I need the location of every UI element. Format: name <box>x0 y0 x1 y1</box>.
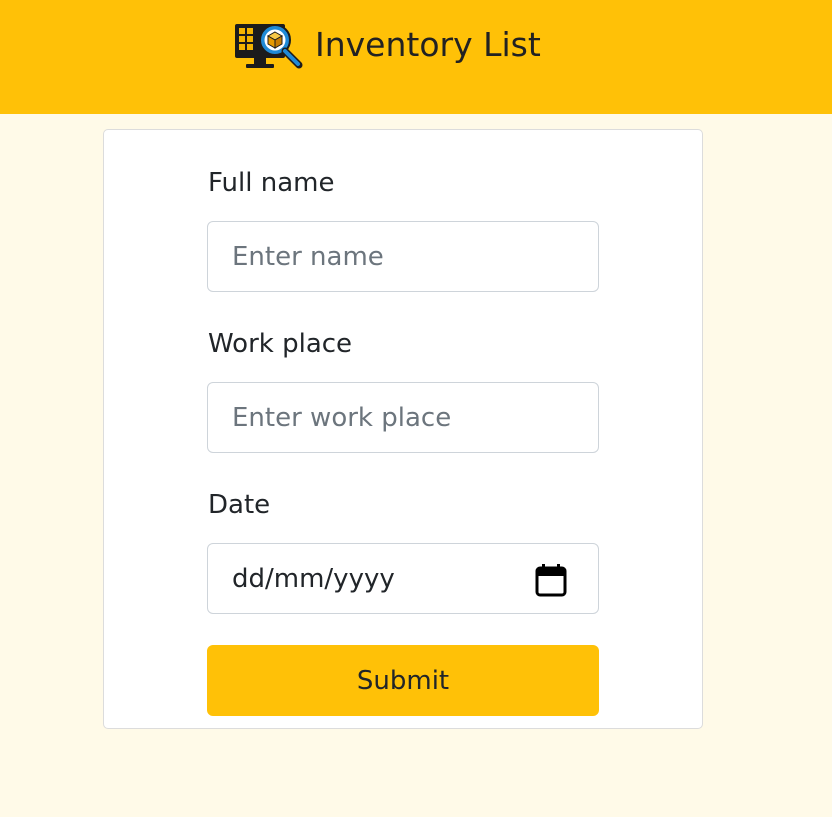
date-label: Date <box>208 490 271 520</box>
brand: Inventory List <box>233 20 541 70</box>
form-card: Full name Work place Date dd/mm/yyyy Sub… <box>103 129 703 729</box>
calendar-icon[interactable] <box>535 563 567 597</box>
work-place-input[interactable] <box>207 382 599 453</box>
date-value: dd/mm/yyyy <box>232 564 395 594</box>
page-title: Inventory List <box>315 25 541 64</box>
inventory-search-icon <box>233 20 304 70</box>
full-name-label: Full name <box>208 168 335 198</box>
date-input[interactable]: dd/mm/yyyy <box>207 543 599 614</box>
submit-button[interactable]: Submit <box>207 645 599 716</box>
header-bar: Inventory List <box>0 0 832 114</box>
full-name-input[interactable] <box>207 221 599 292</box>
work-place-label: Work place <box>208 329 353 359</box>
